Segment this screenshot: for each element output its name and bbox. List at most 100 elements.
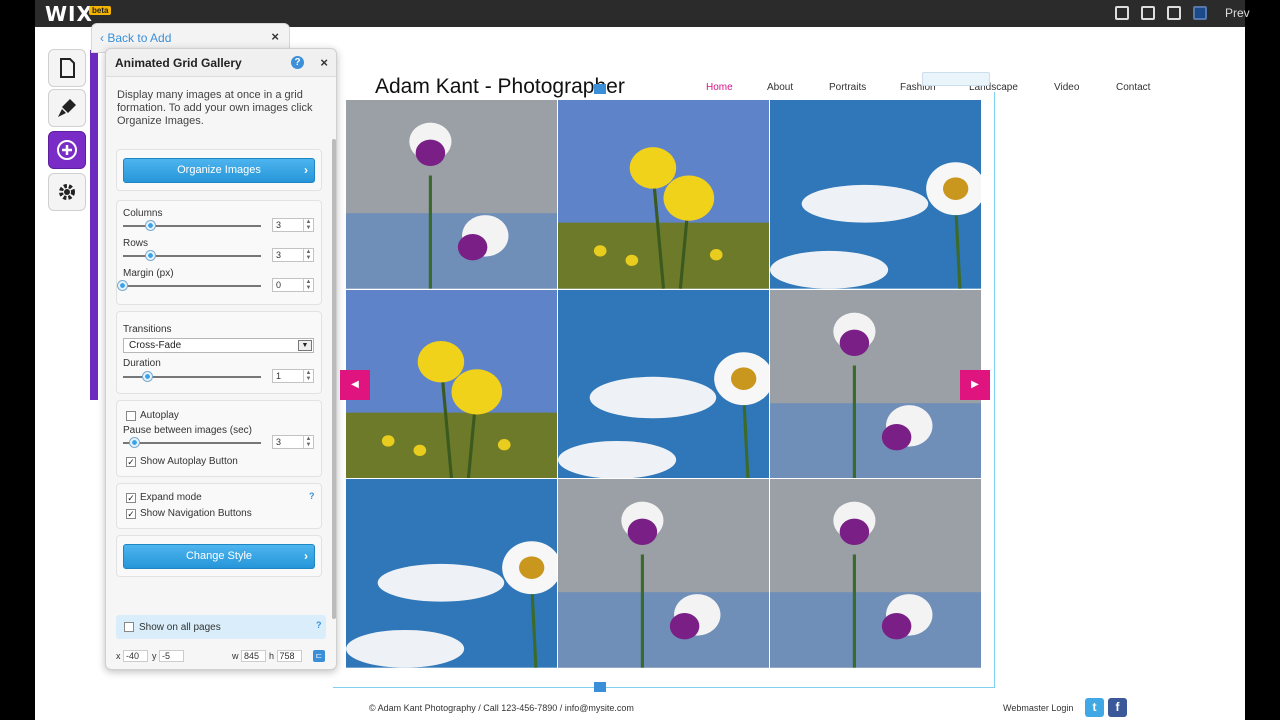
duration-stepper[interactable]: 1 ▲ ▼: [272, 369, 314, 383]
panel-scrollbar[interactable]: [332, 139, 336, 619]
chevron-right-icon: ›: [304, 163, 308, 177]
gallery-image-dandelion[interactable]: [558, 100, 769, 289]
show-nav-label: Show Navigation Buttons: [140, 508, 252, 519]
height-field: h 758: [269, 650, 302, 662]
h-input[interactable]: 758: [276, 650, 302, 662]
nav-portraits[interactable]: Portraits: [829, 82, 866, 93]
paste-icon[interactable]: [1141, 6, 1155, 20]
help-icon[interactable]: ?: [316, 620, 322, 630]
lock-ratio-icon[interactable]: ⊏: [313, 650, 325, 662]
gallery-grid[interactable]: [346, 100, 981, 668]
spinner-arrows-icon[interactable]: ▲ ▼: [303, 279, 313, 291]
help-icon[interactable]: ?: [291, 56, 304, 69]
gallery-image-violet-3[interactable]: [558, 479, 769, 668]
show-on-all-pages-row: Show on all pages ?: [116, 615, 326, 639]
help-icon[interactable]: ?: [309, 491, 315, 501]
gallery-image-daisy-2[interactable]: [558, 289, 769, 479]
x-input[interactable]: -40: [123, 650, 149, 662]
webmaster-login-link[interactable]: Webmaster Login: [1003, 703, 1073, 713]
margin-stepper[interactable]: 0 ▲ ▼: [272, 278, 314, 292]
show-autoplay-checkbox[interactable]: ✓: [126, 457, 136, 467]
back-to-add-label: Back to Add: [107, 31, 172, 45]
site-title[interactable]: Adam Kant - Photographer: [375, 75, 625, 99]
twitter-icon[interactable]: t: [1085, 698, 1104, 717]
columns-value: 3: [276, 220, 282, 230]
expand-mode-checkbox[interactable]: ✓: [126, 493, 136, 503]
back-to-add-link[interactable]: ‹ Back to Add: [100, 31, 171, 45]
duration-slider-handle[interactable]: [142, 371, 153, 382]
add-button[interactable]: [48, 131, 86, 169]
y-input[interactable]: -5: [159, 650, 185, 662]
margin-slider-track[interactable]: [123, 285, 261, 287]
transitions-label: Transitions: [123, 324, 172, 335]
nav-about[interactable]: About: [767, 82, 793, 93]
change-style-button[interactable]: Change Style ›: [123, 544, 315, 569]
brush-icon: [58, 99, 76, 117]
gallery-image-dandelion-2[interactable]: [346, 289, 557, 479]
pause-stepper[interactable]: 3 ▲ ▼: [272, 435, 314, 449]
columns-stepper[interactable]: 3 ▲ ▼: [272, 218, 314, 232]
dropdown-arrow-icon[interactable]: ▼: [298, 340, 312, 351]
w-input[interactable]: 845: [241, 650, 267, 662]
gallery-image-violet-4[interactable]: [770, 479, 981, 668]
gallery-image-violet[interactable]: [346, 100, 557, 289]
pause-label: Pause between images (sec): [123, 425, 252, 436]
style-section: Change Style ›: [116, 535, 322, 577]
show-all-pages-checkbox[interactable]: [124, 622, 134, 632]
daisy-photo: [558, 289, 769, 479]
violet-photo: [770, 479, 981, 668]
pages-button[interactable]: [48, 49, 86, 87]
facebook-icon[interactable]: f: [1108, 698, 1127, 717]
autoplay-checkbox[interactable]: [126, 411, 136, 421]
expand-mode-label: Expand mode: [140, 492, 202, 503]
pause-value: 3: [276, 437, 282, 447]
rows-value: 3: [276, 250, 282, 260]
spinner-arrows-icon[interactable]: ▲ ▼: [303, 219, 313, 231]
crop-icon[interactable]: [1167, 6, 1181, 20]
daisy-photo: [770, 100, 981, 289]
close-icon[interactable]: ×: [271, 29, 279, 44]
gallery-image-daisy-3[interactable]: [346, 479, 557, 668]
violet-photo: [558, 479, 769, 668]
settings-button[interactable]: [48, 173, 86, 211]
resize-handle-icon[interactable]: [594, 84, 606, 94]
plus-circle-icon: [57, 140, 77, 160]
pause-slider-handle[interactable]: [129, 437, 140, 448]
close-icon[interactable]: ×: [320, 55, 328, 70]
nav-contact[interactable]: Contact: [1116, 82, 1150, 93]
y-label: y: [152, 651, 157, 661]
duration-label: Duration: [123, 358, 161, 369]
pause-slider-track[interactable]: [123, 442, 261, 444]
spinner-arrows-icon[interactable]: ▲ ▼: [303, 370, 313, 382]
rows-slider-handle[interactable]: [145, 250, 156, 261]
monitor-icon[interactable]: [1193, 6, 1207, 20]
columns-slider-track[interactable]: [123, 225, 261, 227]
margin-slider-handle[interactable]: [117, 280, 128, 291]
w-label: w: [232, 651, 239, 661]
gallery-image-violet-2[interactable]: [770, 289, 981, 479]
design-button[interactable]: [48, 89, 86, 127]
next-arrow-button[interactable]: ▶: [960, 370, 990, 400]
columns-slider-handle[interactable]: [145, 220, 156, 231]
spinner-arrows-icon[interactable]: ▲ ▼: [303, 249, 313, 261]
show-all-pages-label: Show on all pages: [139, 622, 221, 633]
gallery-image-daisy[interactable]: [770, 100, 981, 289]
nav-home[interactable]: Home: [706, 82, 733, 93]
organize-images-button[interactable]: Organize Images ›: [123, 158, 315, 183]
resize-handle-icon[interactable]: [594, 682, 606, 692]
width-field: w 845: [232, 650, 267, 662]
show-nav-checkbox[interactable]: ✓: [126, 509, 136, 519]
x-label: x: [116, 651, 121, 661]
component-toolbar[interactable]: [922, 72, 990, 86]
nav-video[interactable]: Video: [1054, 82, 1079, 93]
transition-select[interactable]: Cross-Fade ▼: [123, 338, 314, 353]
spinner-arrows-icon[interactable]: ▲ ▼: [303, 436, 313, 448]
wix-logo: WIX: [45, 2, 93, 26]
preview-button[interactable]: Prev: [1225, 6, 1250, 20]
autoplay-section: Autoplay Pause between images (sec) 3 ▲ ▼ …: [116, 400, 322, 477]
prev-arrow-button[interactable]: ◀: [340, 370, 370, 400]
rows-stepper[interactable]: 3 ▲ ▼: [272, 248, 314, 262]
rows-slider-track[interactable]: [123, 255, 261, 257]
duplicate-icon[interactable]: [1115, 6, 1129, 20]
duration-value: 1: [276, 371, 282, 381]
